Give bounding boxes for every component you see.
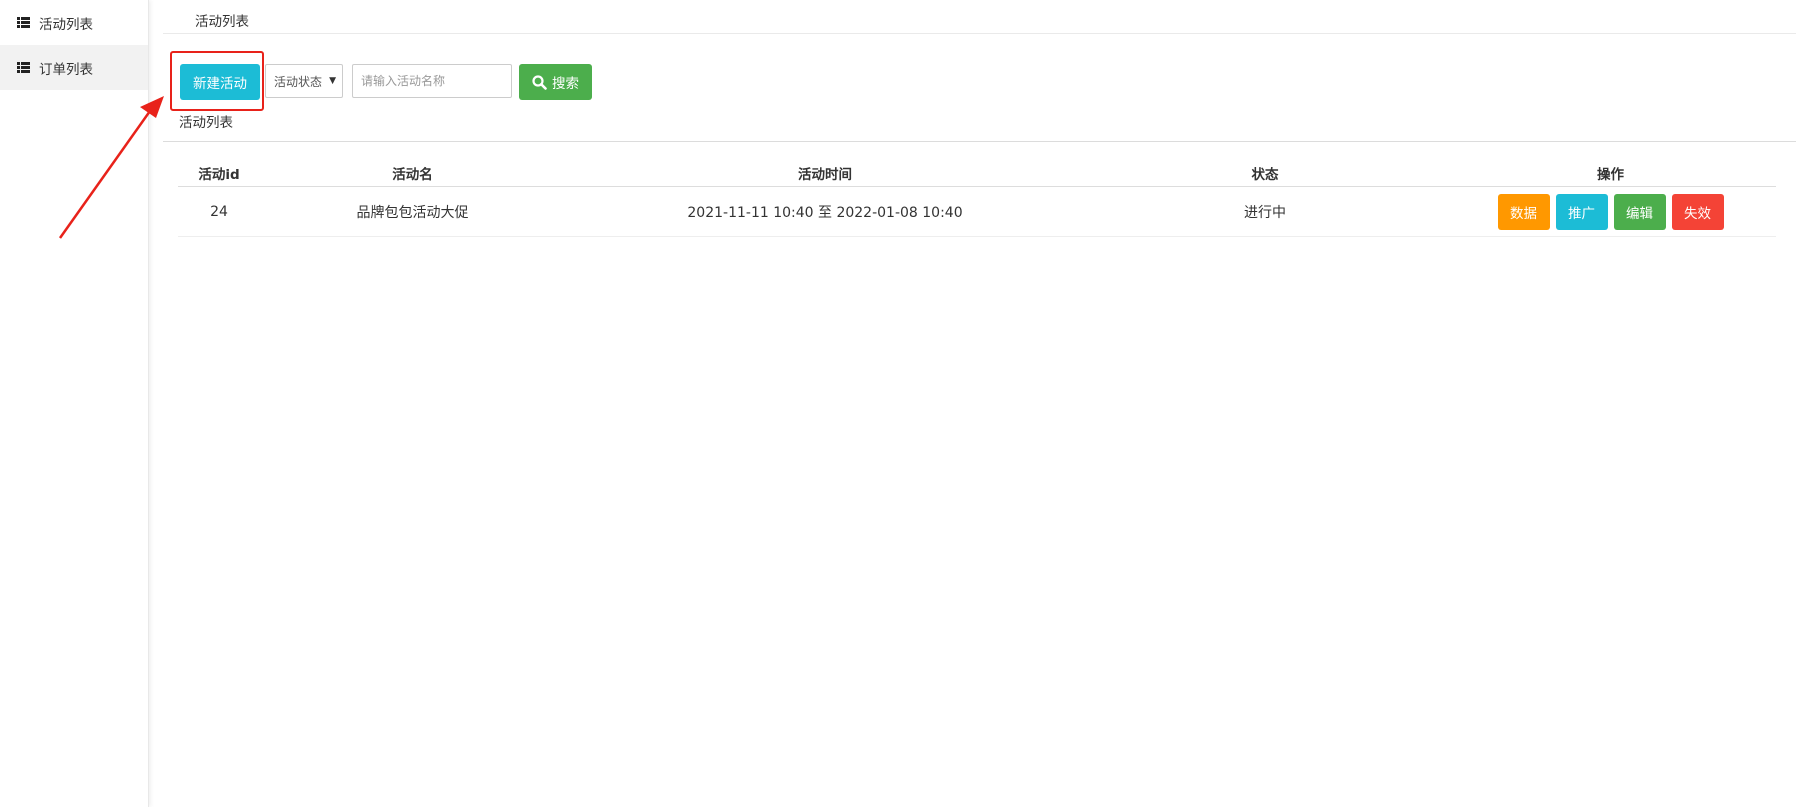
sidebar-item-activity-list[interactable]: 活动列表 bbox=[0, 0, 148, 45]
table-header-row: 活动id 活动名 活动时间 状态 操作 bbox=[178, 160, 1776, 187]
status-select[interactable]: 活动状态 ▼ bbox=[265, 64, 343, 98]
activity-name-search-input[interactable] bbox=[352, 64, 512, 98]
invalidate-button[interactable]: 失效 bbox=[1671, 193, 1724, 230]
list-icon bbox=[17, 17, 30, 28]
cell-actions: 数据 推广 编辑 失效 bbox=[1445, 186, 1776, 237]
list-icon bbox=[17, 62, 30, 73]
sidebar-item-label: 活动列表 bbox=[39, 16, 93, 33]
data-button[interactable]: 数据 bbox=[1497, 193, 1550, 230]
search-button[interactable]: 搜索 bbox=[519, 64, 592, 100]
sidebar-item-order-list[interactable]: 订单列表 bbox=[0, 45, 148, 90]
edit-button[interactable]: 编辑 bbox=[1613, 193, 1666, 230]
annotation-arrow bbox=[58, 96, 164, 239]
column-header: 操作 bbox=[1445, 160, 1776, 187]
activity-table: 活动id 活动名 活动时间 状态 操作 24 品牌包包活动大促 2021-11-… bbox=[178, 160, 1776, 237]
column-header: 状态 bbox=[1085, 160, 1445, 187]
column-header: 活动时间 bbox=[565, 160, 1085, 187]
column-header: 活动名 bbox=[260, 160, 565, 187]
sidebar: 活动列表 订单列表 bbox=[0, 0, 149, 807]
cell-activity-time: 2021-11-11 10:40 至 2022-01-08 10:40 bbox=[565, 186, 1085, 237]
column-header: 活动id bbox=[178, 160, 260, 187]
search-button-label: 搜索 bbox=[552, 76, 579, 92]
caret-down-icon: ▼ bbox=[329, 76, 336, 86]
table-row: 24 品牌包包活动大促 2021-11-11 10:40 至 2022-01-0… bbox=[178, 186, 1776, 237]
divider bbox=[163, 33, 1796, 34]
cell-activity-id: 24 bbox=[178, 186, 260, 237]
cell-status: 进行中 bbox=[1085, 186, 1445, 237]
section-title: 活动列表 bbox=[179, 115, 233, 131]
cell-activity-name: 品牌包包活动大促 bbox=[260, 186, 565, 237]
search-icon bbox=[532, 74, 547, 90]
divider bbox=[163, 141, 1796, 142]
promote-button[interactable]: 推广 bbox=[1555, 193, 1608, 230]
sidebar-item-label: 订单列表 bbox=[39, 61, 93, 78]
breadcrumb: 活动列表 bbox=[195, 14, 249, 30]
status-select-value: 活动状态 bbox=[274, 74, 323, 89]
annotation-highlight-box bbox=[170, 51, 264, 111]
action-buttons: 数据 推广 编辑 失效 bbox=[1497, 193, 1724, 230]
